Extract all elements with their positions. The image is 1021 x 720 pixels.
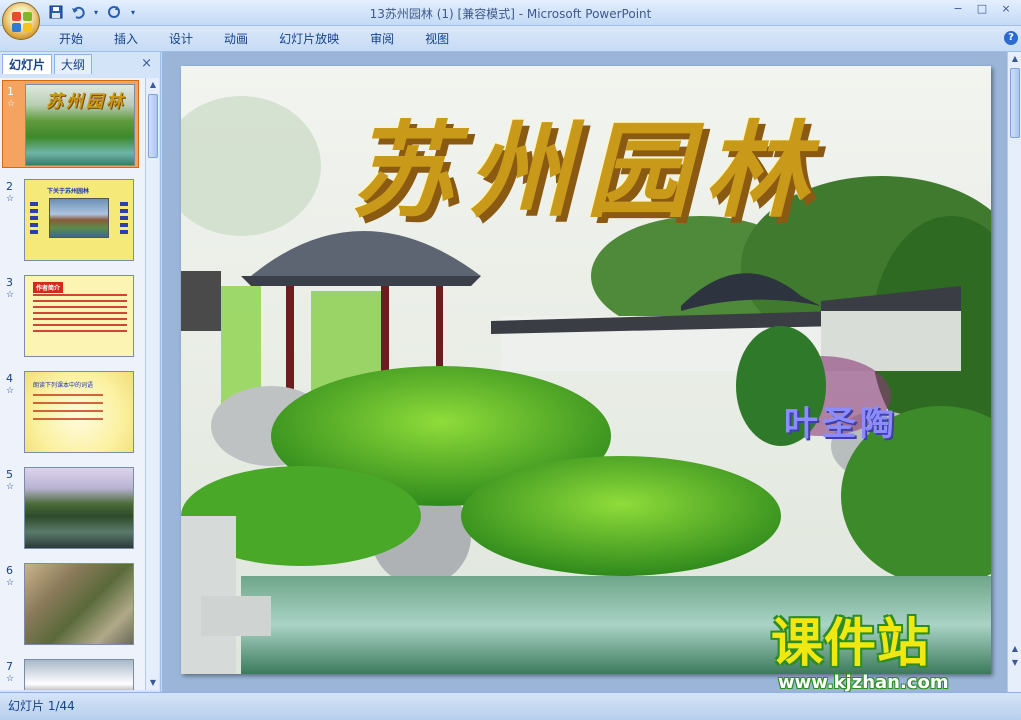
- transition-icon: ☆: [6, 674, 15, 684]
- status-bar: 幻灯片 1/44: [0, 692, 1021, 720]
- thumb-image: 下关于苏州园林: [24, 179, 134, 261]
- transition-icon: ☆: [6, 386, 15, 396]
- slide-thumbnail[interactable]: 1 ☆ 苏州园林: [2, 80, 139, 168]
- slide-editor: 苏州园林 叶圣陶: [162, 52, 1007, 692]
- slide-thumbnail[interactable]: 6 ☆: [2, 560, 139, 648]
- tab-design[interactable]: 设计: [158, 30, 205, 48]
- slides-pane: 幻灯片 大纲 × 1 ☆ 苏州园林 2 ☆ 下关于苏州园林 3 ☆ 作者简介 4…: [0, 52, 161, 692]
- minimize-button[interactable]: −: [947, 2, 969, 16]
- scroll-thumb[interactable]: [1010, 68, 1020, 138]
- ribbon: 开始 插入 设计 动画 幻灯片放映 审阅 视图 ?: [0, 26, 1021, 52]
- maximize-button[interactable]: □: [971, 2, 993, 16]
- title-bar: ▾ ▾ 13苏州园林 (1) [兼容模式] - Microsoft PowerP…: [0, 0, 1021, 40]
- tab-review[interactable]: 审阅: [359, 30, 406, 48]
- thumb-number: 2: [6, 180, 13, 193]
- transition-icon: ☆: [6, 578, 15, 588]
- thumb-image: [24, 563, 134, 645]
- slide-counter: 幻灯片 1/44: [8, 699, 75, 713]
- thumb-title: 朗读下列课本中的词语: [33, 382, 94, 389]
- slide-thumbnail[interactable]: 4 ☆ 朗读下列课本中的词语: [2, 368, 139, 456]
- thumb-image: [24, 659, 134, 690]
- thumb-number: 3: [6, 276, 13, 289]
- window-controls: − □ ×: [947, 2, 1017, 16]
- watermark-url: www.kjzhan.com: [778, 672, 949, 693]
- editor-scrollbar[interactable]: ▲ ▲ ▼: [1007, 52, 1021, 692]
- scroll-thumb[interactable]: [148, 94, 158, 158]
- slide-thumbnail[interactable]: 3 ☆ 作者简介: [2, 272, 139, 360]
- transition-icon: ☆: [6, 290, 15, 300]
- tab-home[interactable]: 开始: [48, 30, 95, 48]
- slide-thumbnail[interactable]: 5 ☆: [2, 464, 139, 552]
- thumb-image: 苏州园林: [25, 84, 135, 166]
- thumb-number: 5: [6, 468, 13, 481]
- office-button[interactable]: [2, 2, 40, 40]
- close-button[interactable]: ×: [995, 2, 1017, 16]
- thumb-number: 1: [7, 85, 14, 98]
- prev-slide-icon[interactable]: ▲: [1008, 642, 1021, 656]
- slide-author[interactable]: 叶圣陶: [784, 396, 898, 445]
- pane-tabs: 幻灯片 大纲: [2, 54, 94, 74]
- watermark-logo: 课件站: [771, 614, 931, 674]
- thumb-number: 6: [6, 564, 13, 577]
- tab-insert[interactable]: 插入: [103, 30, 150, 48]
- thumb-number: 7: [6, 660, 13, 673]
- scroll-up-icon[interactable]: ▲: [146, 78, 160, 92]
- thumb-image: [24, 467, 134, 549]
- window-title: 13苏州园林 (1) [兼容模式] - Microsoft PowerPoint: [369, 7, 652, 21]
- tab-animations[interactable]: 动画: [213, 30, 260, 48]
- pane-close-icon[interactable]: ×: [141, 56, 152, 71]
- tab-slideshow[interactable]: 幻灯片放映: [268, 30, 351, 48]
- thumbnail-list: 1 ☆ 苏州园林 2 ☆ 下关于苏州园林 3 ☆ 作者简介 4 ☆ 朗读下列课本…: [0, 78, 145, 690]
- slide-thumbnail[interactable]: 2 ☆ 下关于苏州园林: [2, 176, 139, 264]
- thumbnail-scrollbar[interactable]: ▲ ▼: [145, 78, 159, 690]
- scroll-down-icon[interactable]: ▼: [146, 676, 160, 690]
- help-icon[interactable]: ?: [1004, 31, 1018, 45]
- transition-icon: ☆: [6, 482, 15, 492]
- thumb-title: 苏州园林: [46, 92, 126, 112]
- next-slide-icon[interactable]: ▼: [1008, 656, 1021, 670]
- tab-slides[interactable]: 幻灯片: [2, 54, 53, 74]
- slide-thumbnail[interactable]: 7 ☆: [2, 656, 139, 690]
- transition-icon: ☆: [7, 99, 16, 109]
- slide-title[interactable]: 苏州园林: [296, 86, 876, 237]
- thumb-number: 4: [6, 372, 13, 385]
- thumb-title: 作者简介: [33, 282, 64, 293]
- thumb-image: 朗读下列课本中的词语: [24, 371, 134, 453]
- current-slide[interactable]: 苏州园林 叶圣陶: [181, 66, 991, 674]
- office-logo-icon: [12, 12, 32, 32]
- tab-view[interactable]: 视图: [414, 30, 461, 48]
- tab-outline[interactable]: 大纲: [54, 54, 93, 74]
- transition-icon: ☆: [6, 194, 15, 204]
- thumb-title: 下关于苏州园林: [47, 188, 90, 195]
- ribbon-tabs: 开始 插入 设计 动画 幻灯片放映 审阅 视图: [48, 30, 469, 48]
- scroll-up-icon[interactable]: ▲: [1008, 52, 1021, 66]
- thumb-image: 作者简介: [24, 275, 134, 357]
